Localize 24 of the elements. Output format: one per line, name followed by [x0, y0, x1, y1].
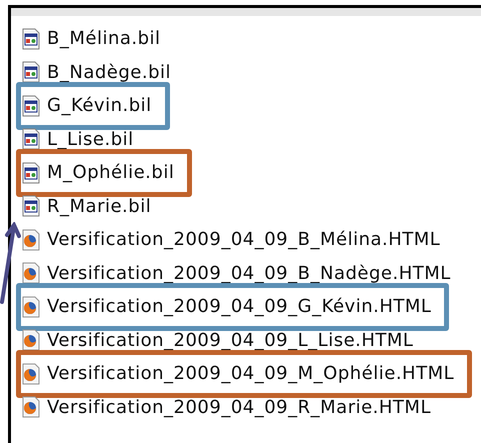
file-name[interactable]: Versification_2009_04_09_M_Ophélie.HTML — [47, 363, 454, 384]
browser-file-icon — [21, 396, 41, 418]
application-file-icon — [21, 28, 41, 50]
file-name[interactable]: Versification_2009_04_09_B_Mélina.HTML — [47, 229, 440, 250]
browser-file-icon — [21, 362, 41, 385]
browser-file-icon — [21, 262, 41, 284]
application-file-icon — [21, 61, 41, 84]
application-file-icon — [21, 162, 41, 184]
browser-file-icon — [21, 296, 41, 318]
application-file-icon — [21, 128, 41, 150]
file-name[interactable]: R_Marie.bil — [47, 196, 152, 217]
file-name[interactable]: Versification_2009_04_09_R_Marie.HTML — [47, 396, 431, 418]
application-file-icon — [21, 195, 41, 218]
application-file-icon — [21, 94, 41, 117]
browser-file-icon — [21, 329, 41, 352]
file-name[interactable]: M_Ophélie.bil — [47, 162, 174, 184]
file-name[interactable]: G_Kévin.bil — [47, 95, 152, 116]
file-name[interactable]: Versification_2009_04_09_B_Nadège.HTML — [47, 262, 451, 284]
browser-file-icon — [21, 228, 41, 251]
file-name[interactable]: B_Mélina.bil — [47, 28, 161, 50]
file-name[interactable]: Versification_2009_04_09_L_Lise.HTML — [47, 330, 414, 351]
file-name[interactable]: B_Nadège.bil — [47, 62, 171, 83]
file-name[interactable]: Versification_2009_04_09_G_Kévin.HTML — [47, 296, 432, 318]
file-name[interactable]: L_Lise.bil — [47, 128, 134, 150]
